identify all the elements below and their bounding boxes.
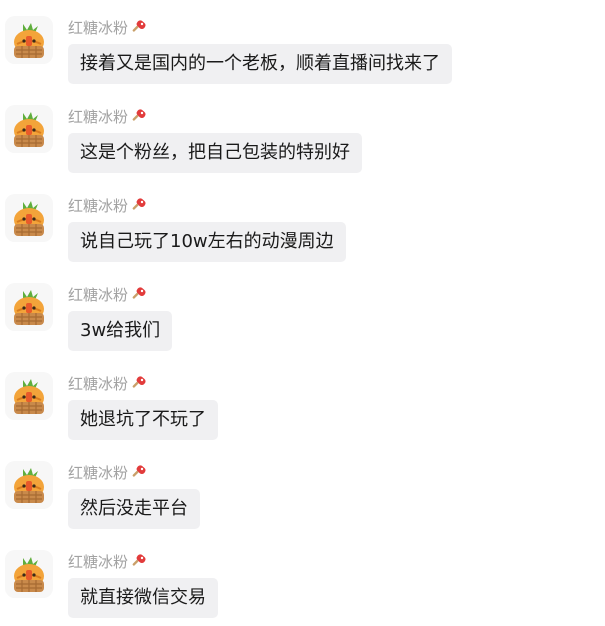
popsicle-badge-icon — [130, 464, 148, 482]
sender-row: 红糖冰粉 — [68, 463, 148, 483]
carrot-basket-avatar-icon[interactable] — [5, 372, 53, 420]
popsicle-badge-icon — [130, 375, 148, 393]
chat-message: 红糖冰粉 然后没走平台 — [0, 457, 605, 537]
message-bubble[interactable]: 然后没走平台 — [68, 489, 200, 529]
message-bubble[interactable]: 就直接微信交易 — [68, 578, 218, 618]
sender-row: 红糖冰粉 — [68, 18, 148, 38]
chat-message: 红糖冰粉 接着又是国内的一个老板，顺着直播间找来了 — [0, 12, 605, 92]
sender-name[interactable]: 红糖冰粉 — [68, 552, 128, 572]
sender-row: 红糖冰粉 — [68, 285, 148, 305]
chat-message-list: 红糖冰粉 接着又是国内的一个老板，顺着直播间找来了 红糖冰粉 这是个粉丝，把自己… — [0, 0, 605, 621]
sender-name[interactable]: 红糖冰粉 — [68, 18, 128, 38]
carrot-basket-avatar-icon[interactable] — [5, 550, 53, 598]
message-bubble[interactable]: 她退坑了不玩了 — [68, 400, 218, 440]
carrot-basket-avatar-icon[interactable] — [5, 16, 53, 64]
message-bubble[interactable]: 这是个粉丝，把自己包装的特别好 — [68, 133, 362, 173]
popsicle-badge-icon — [130, 197, 148, 215]
chat-message: 红糖冰粉 说自己玩了10w左右的动漫周边 — [0, 190, 605, 270]
sender-row: 红糖冰粉 — [68, 107, 148, 127]
popsicle-badge-icon — [130, 553, 148, 571]
popsicle-badge-icon — [130, 108, 148, 126]
message-bubble[interactable]: 说自己玩了10w左右的动漫周边 — [68, 222, 346, 262]
sender-row: 红糖冰粉 — [68, 196, 148, 216]
message-bubble[interactable]: 接着又是国内的一个老板，顺着直播间找来了 — [68, 44, 452, 84]
sender-row: 红糖冰粉 — [68, 374, 148, 394]
sender-name[interactable]: 红糖冰粉 — [68, 374, 128, 394]
chat-message: 红糖冰粉 这是个粉丝，把自己包装的特别好 — [0, 101, 605, 181]
sender-name[interactable]: 红糖冰粉 — [68, 196, 128, 216]
popsicle-badge-icon — [130, 286, 148, 304]
sender-name[interactable]: 红糖冰粉 — [68, 107, 128, 127]
popsicle-badge-icon — [130, 19, 148, 37]
chat-message: 红糖冰粉 就直接微信交易 — [0, 546, 605, 626]
message-bubble[interactable]: 3w给我们 — [68, 311, 173, 351]
carrot-basket-avatar-icon[interactable] — [5, 194, 53, 242]
carrot-basket-avatar-icon[interactable] — [5, 283, 53, 331]
chat-message: 红糖冰粉 3w给我们 — [0, 279, 605, 359]
carrot-basket-avatar-icon[interactable] — [5, 105, 53, 153]
sender-row: 红糖冰粉 — [68, 552, 148, 572]
chat-message: 红糖冰粉 她退坑了不玩了 — [0, 368, 605, 448]
sender-name[interactable]: 红糖冰粉 — [68, 463, 128, 483]
carrot-basket-avatar-icon[interactable] — [5, 461, 53, 509]
sender-name[interactable]: 红糖冰粉 — [68, 285, 128, 305]
